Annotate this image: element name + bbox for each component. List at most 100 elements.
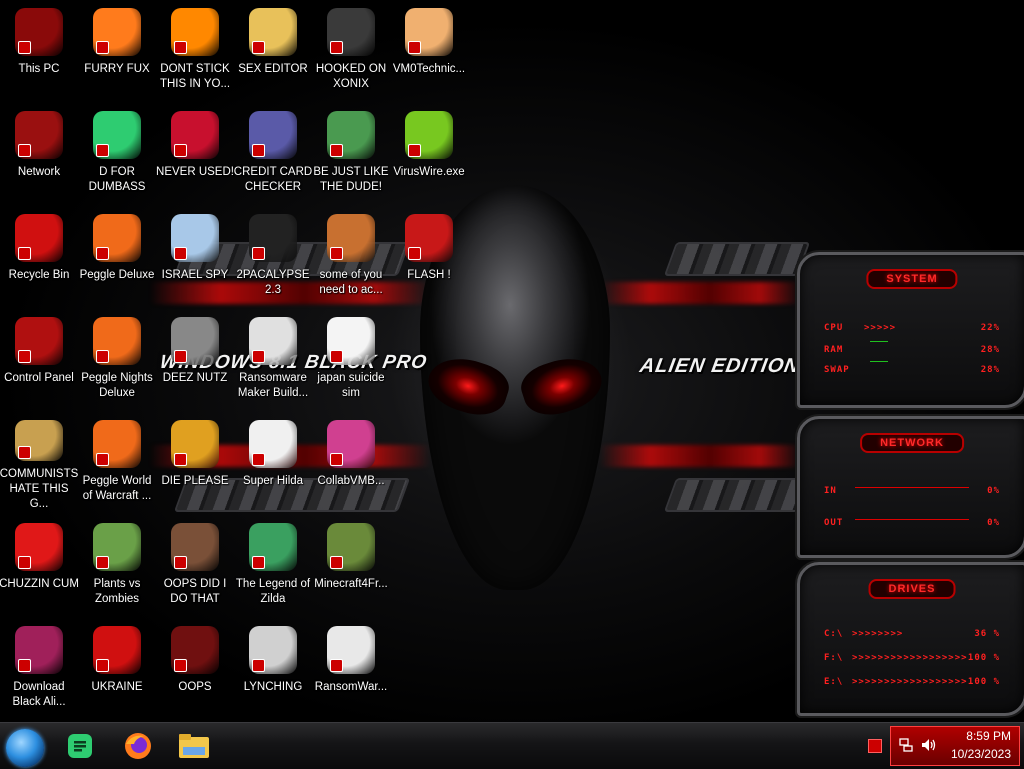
desktop-icon[interactable]: RansomWar... xyxy=(312,622,390,718)
desktop-icon[interactable]: Recycle Bin xyxy=(0,210,78,306)
desktop-icon-label: CHUZZIN CUM xyxy=(0,578,79,590)
desktop-icon-label: OOPS xyxy=(178,681,212,693)
shortcut-arrow-icon xyxy=(174,144,187,157)
shortcut-arrow-icon xyxy=(408,41,421,54)
desktop-icon[interactable]: 2PACALYPSE 2.3 xyxy=(234,210,312,306)
volume-icon[interactable] xyxy=(921,738,937,752)
desktop-icon-label: Network xyxy=(17,166,61,178)
system-gadget-title: SYSTEM xyxy=(866,269,958,289)
link-character-icon xyxy=(249,523,297,571)
shortcut-arrow-icon xyxy=(330,144,343,157)
desktop-icon[interactable]: some of you need to ac... xyxy=(312,210,390,306)
network-out-row: OUT 0% xyxy=(824,518,1000,528)
desktop-icon-label: some of you need to ac... xyxy=(319,269,383,296)
hxd-editor-icon xyxy=(249,8,297,56)
flash-icon xyxy=(405,214,453,262)
desktop-icon[interactable]: DEEZ NUTZ xyxy=(156,313,234,409)
drive-e-row: E:\ >>>>>>>>>>>>>>>>>> 100 % xyxy=(824,677,1000,687)
shortcut-arrow-icon xyxy=(96,659,109,672)
desktop-icon[interactable]: Control Panel xyxy=(0,313,78,409)
desktop-icon[interactable]: Super Hilda xyxy=(234,416,312,512)
taskbar-discord-button[interactable] xyxy=(62,729,98,763)
desktop-icon[interactable]: LYNCHING xyxy=(234,622,312,718)
peggle-icon xyxy=(93,214,141,262)
network-icon xyxy=(15,111,63,159)
desktop-icon[interactable]: BE JUST LIKE THE DUDE! xyxy=(312,107,390,203)
desktop-icon[interactable]: OOPS xyxy=(156,622,234,718)
desktop-icon[interactable]: DIE PLEASE xyxy=(156,416,234,512)
drive-c-row: C:\ >>>>>>>> 36 % xyxy=(824,629,1000,639)
desktop-icon[interactable]: Download Black Ali... xyxy=(0,622,78,718)
taskbar-file-explorer-button[interactable] xyxy=(176,729,212,763)
cpu-arrows: >>>>> xyxy=(864,323,897,333)
desktop-icon[interactable]: HOOKED ON XONIX xyxy=(312,4,390,100)
shortcut-arrow-icon xyxy=(18,446,31,459)
shortcut-arrow-icon xyxy=(252,659,265,672)
desktop-icon[interactable]: COMMUNISTS HATE THIS G... xyxy=(0,416,78,512)
desktop-icon-label: Peggle World of Warcraft ... xyxy=(82,475,152,502)
portrait-icon xyxy=(171,523,219,571)
desktop-icon[interactable]: OOPS DID I DO THAT xyxy=(156,519,234,615)
desktop-icon[interactable]: ISRAEL SPY xyxy=(156,210,234,306)
desktop-icon-label: This PC xyxy=(18,63,60,75)
desktop-icon-label: Ransomware Maker Build... xyxy=(237,372,309,399)
drive-c-label: C:\ xyxy=(824,629,844,639)
taskbar-firefox-button[interactable] xyxy=(120,729,156,763)
network-gadget-title: NETWORK xyxy=(860,433,964,453)
desktop-icon[interactable]: This PC xyxy=(0,4,78,100)
desktop-icon-label: DONT STICK THIS IN YO... xyxy=(159,63,231,90)
desktop-icon-label: Control Panel xyxy=(4,372,74,384)
drives-gadget-title: DRIVES xyxy=(868,579,956,599)
desktop-icon-label: NEVER USED! xyxy=(156,166,234,178)
tray-overflow-icon[interactable] xyxy=(868,739,882,753)
shortcut-arrow-icon xyxy=(252,350,265,363)
shortcut-arrow-icon xyxy=(174,350,187,363)
desktop-icon[interactable]: Peggle Nights Deluxe xyxy=(78,313,156,409)
desktop-icon[interactable]: CREDIT CARD CHECKER xyxy=(234,107,312,203)
wallpaper-metal-bar xyxy=(663,242,811,276)
desktop-icon[interactable]: japan suicide sim xyxy=(312,313,390,409)
desktop-icon[interactable]: FURRY FUX xyxy=(78,4,156,100)
desktop-icon[interactable]: Plants vs Zombies xyxy=(78,519,156,615)
desktop-icon[interactable]: DONT STICK THIS IN YO... xyxy=(156,4,234,100)
desktop-icon[interactable]: Peggle World of Warcraft ... xyxy=(78,416,156,512)
shortcut-arrow-icon xyxy=(18,41,31,54)
drive-f-label: F:\ xyxy=(824,653,844,663)
plant-icon xyxy=(93,523,141,571)
wallpaper-red-band xyxy=(600,282,800,304)
desktop-icon-label: UKRAINE xyxy=(91,681,143,693)
start-button[interactable] xyxy=(6,729,44,767)
desktop-icon-label: Recycle Bin xyxy=(8,269,70,281)
desktop-icon[interactable]: The Legend of Zilda xyxy=(234,519,312,615)
credit-card-icon xyxy=(249,111,297,159)
desktop-icon[interactable]: Minecraft4Fr... xyxy=(312,519,390,615)
peggle-icon xyxy=(93,317,141,365)
desktop-icon[interactable]: Peggle Deluxe xyxy=(78,210,156,306)
desktop-icon[interactable]: UKRAINE xyxy=(78,622,156,718)
shortcut-arrow-icon xyxy=(18,144,31,157)
desktop-icon[interactable]: Network xyxy=(0,107,78,203)
wallpaper-metal-bar xyxy=(663,478,811,512)
clock-date[interactable]: 10/23/2023 xyxy=(951,747,1011,761)
desktop-icon[interactable]: Ransomware Maker Build... xyxy=(234,313,312,409)
dev-cpp-icon xyxy=(171,111,219,159)
alien-orb-icon xyxy=(15,626,63,674)
shortcut-arrow-icon xyxy=(252,247,265,260)
network-status-icon[interactable] xyxy=(899,738,913,752)
desktop-icon[interactable]: VM0Technic... xyxy=(390,4,468,100)
desktop-icon[interactable]: NEVER USED! xyxy=(156,107,234,203)
shortcut-arrow-icon xyxy=(174,41,187,54)
drive-f-arrows: >>>>>>>>>>>>>>>>>> xyxy=(852,653,968,663)
shortcut-arrow-icon xyxy=(96,453,109,466)
ransomware-builder-icon xyxy=(249,317,297,365)
desktop-icon[interactable]: VirusWire.exe xyxy=(390,107,468,203)
hanging-icon xyxy=(249,626,297,674)
desktop-icon-label: Download Black Ali... xyxy=(12,681,66,708)
clock-time[interactable]: 8:59 PM xyxy=(966,729,1011,743)
desktop-icon[interactable]: D FOR DUMBASS xyxy=(78,107,156,203)
shortcut-arrow-icon xyxy=(174,453,187,466)
desktop-icon[interactable]: CollabVMB... xyxy=(312,416,390,512)
desktop-icon[interactable]: FLASH ! xyxy=(390,210,468,306)
desktop-icon[interactable]: CHUZZIN CUM xyxy=(0,519,79,615)
desktop-icon[interactable]: SEX EDITOR xyxy=(234,4,312,100)
